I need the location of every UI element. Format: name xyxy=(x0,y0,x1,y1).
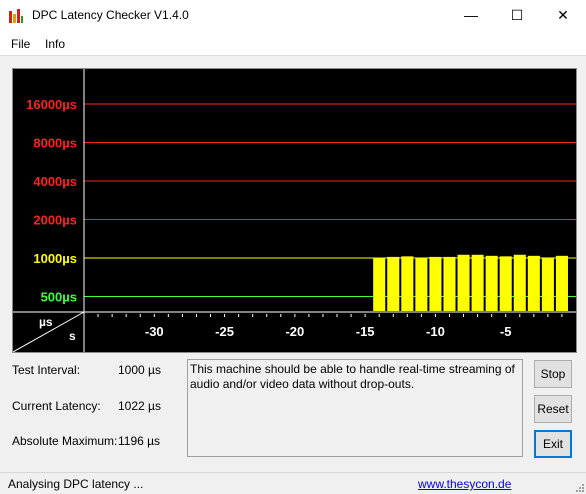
x-tick-label: -25 xyxy=(215,324,234,339)
close-button[interactable]: ✕ xyxy=(540,0,586,31)
title-bar: DPC Latency Checker V1.4.0 — ☐ ✕ xyxy=(0,0,586,31)
x-tick-label: -20 xyxy=(285,324,304,339)
x-tick-label: -5 xyxy=(500,324,512,339)
latency-bar xyxy=(471,254,484,311)
corner-unit-us: µs xyxy=(39,315,53,329)
latency-bar xyxy=(457,254,470,311)
x-tick-label: -15 xyxy=(356,324,375,339)
y-tick-label: 4000µs xyxy=(33,174,77,189)
latency-bar xyxy=(513,254,526,311)
status-message-box: This machine should be able to handle re… xyxy=(187,359,523,457)
latency-bar xyxy=(555,255,568,311)
latency-bar xyxy=(429,256,442,311)
current-latency-label: Current Latency: xyxy=(12,399,101,413)
latency-bar xyxy=(443,256,456,311)
y-tick-label: 2000µs xyxy=(33,213,77,228)
window-title: DPC Latency Checker V1.4.0 xyxy=(32,8,189,22)
latency-bar xyxy=(373,258,386,311)
latency-bar xyxy=(527,255,540,311)
status-text: Analysing DPC latency ... xyxy=(8,477,144,491)
latency-bar xyxy=(541,257,554,311)
latency-chart-svg: 16000µs 8000µs 4000µs 2000µs 1000µs 500µs µs s -… xyxy=(13,69,576,352)
menu-bar: File Info xyxy=(0,31,586,56)
x-tick-label: -10 xyxy=(426,324,445,339)
latency-bar xyxy=(387,256,400,311)
reset-button[interactable]: Reset xyxy=(534,395,572,423)
x-tick-label: -30 xyxy=(145,324,164,339)
test-interval-label: Test Interval: xyxy=(12,363,81,377)
stop-button[interactable]: Stop xyxy=(534,360,572,388)
absolute-max-label: Absolute Maximum: xyxy=(12,434,118,448)
exit-button[interactable]: Exit xyxy=(534,430,572,458)
latency-bar xyxy=(401,256,414,311)
maximize-button[interactable]: ☐ xyxy=(494,0,540,31)
latency-chart: 16000µs 8000µs 4000µs 2000µs 1000µs 500µs µs s -… xyxy=(12,68,577,353)
resize-grip-icon[interactable] xyxy=(574,482,584,492)
latency-bar xyxy=(499,256,512,311)
y-tick-label: 16000µs xyxy=(26,97,77,112)
y-tick-label: 1000µs xyxy=(33,251,77,266)
test-interval-value: 1000 µs xyxy=(118,363,161,377)
website-link[interactable]: www.thesycon.de xyxy=(418,477,511,491)
status-bar: Analysing DPC latency ... www.thesycon.d… xyxy=(0,472,586,494)
absolute-max-value: 1196 µs xyxy=(118,434,161,448)
current-latency-value: 1022 µs xyxy=(118,399,161,413)
app-icon xyxy=(8,8,24,24)
status-message: This machine should be able to handle re… xyxy=(190,362,515,391)
y-tick-label: 500µs xyxy=(41,290,77,305)
menu-file[interactable]: File xyxy=(11,37,30,51)
latency-bar xyxy=(415,257,428,311)
menu-info[interactable]: Info xyxy=(45,37,65,51)
minimize-button[interactable]: — xyxy=(448,0,494,31)
corner-unit-s: s xyxy=(69,329,76,343)
latency-bar xyxy=(485,255,498,311)
y-tick-label: 8000µs xyxy=(33,136,77,151)
